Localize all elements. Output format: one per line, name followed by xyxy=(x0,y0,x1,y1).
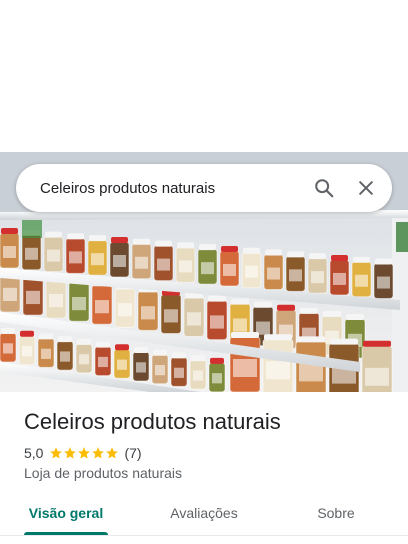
star-icon xyxy=(50,447,63,459)
star-icon xyxy=(78,447,91,459)
star-icon xyxy=(92,447,105,459)
rating-row[interactable]: 5,0 (7) xyxy=(24,444,142,462)
search-input[interactable] xyxy=(40,176,304,200)
place-title: Celeiros produtos naturais xyxy=(24,409,281,434)
tab-reviews[interactable]: Avaliações xyxy=(160,496,248,532)
search-bar[interactable] xyxy=(16,164,392,212)
close-icon[interactable] xyxy=(346,168,386,208)
tab-about[interactable]: Sobre xyxy=(308,496,364,532)
tabs-divider xyxy=(0,535,408,536)
place-category[interactable]: Loja de produtos naturais xyxy=(24,465,182,481)
rating-stars xyxy=(49,446,119,460)
review-count[interactable]: (7) xyxy=(124,445,141,461)
star-icon xyxy=(106,447,119,459)
rating-value: 5,0 xyxy=(24,445,44,461)
search-icon[interactable] xyxy=(304,168,344,208)
tab-overview[interactable]: Visão geral xyxy=(24,496,108,532)
place-tabs: Visão geral Avaliações Sobre xyxy=(0,496,408,536)
star-icon xyxy=(64,447,77,459)
